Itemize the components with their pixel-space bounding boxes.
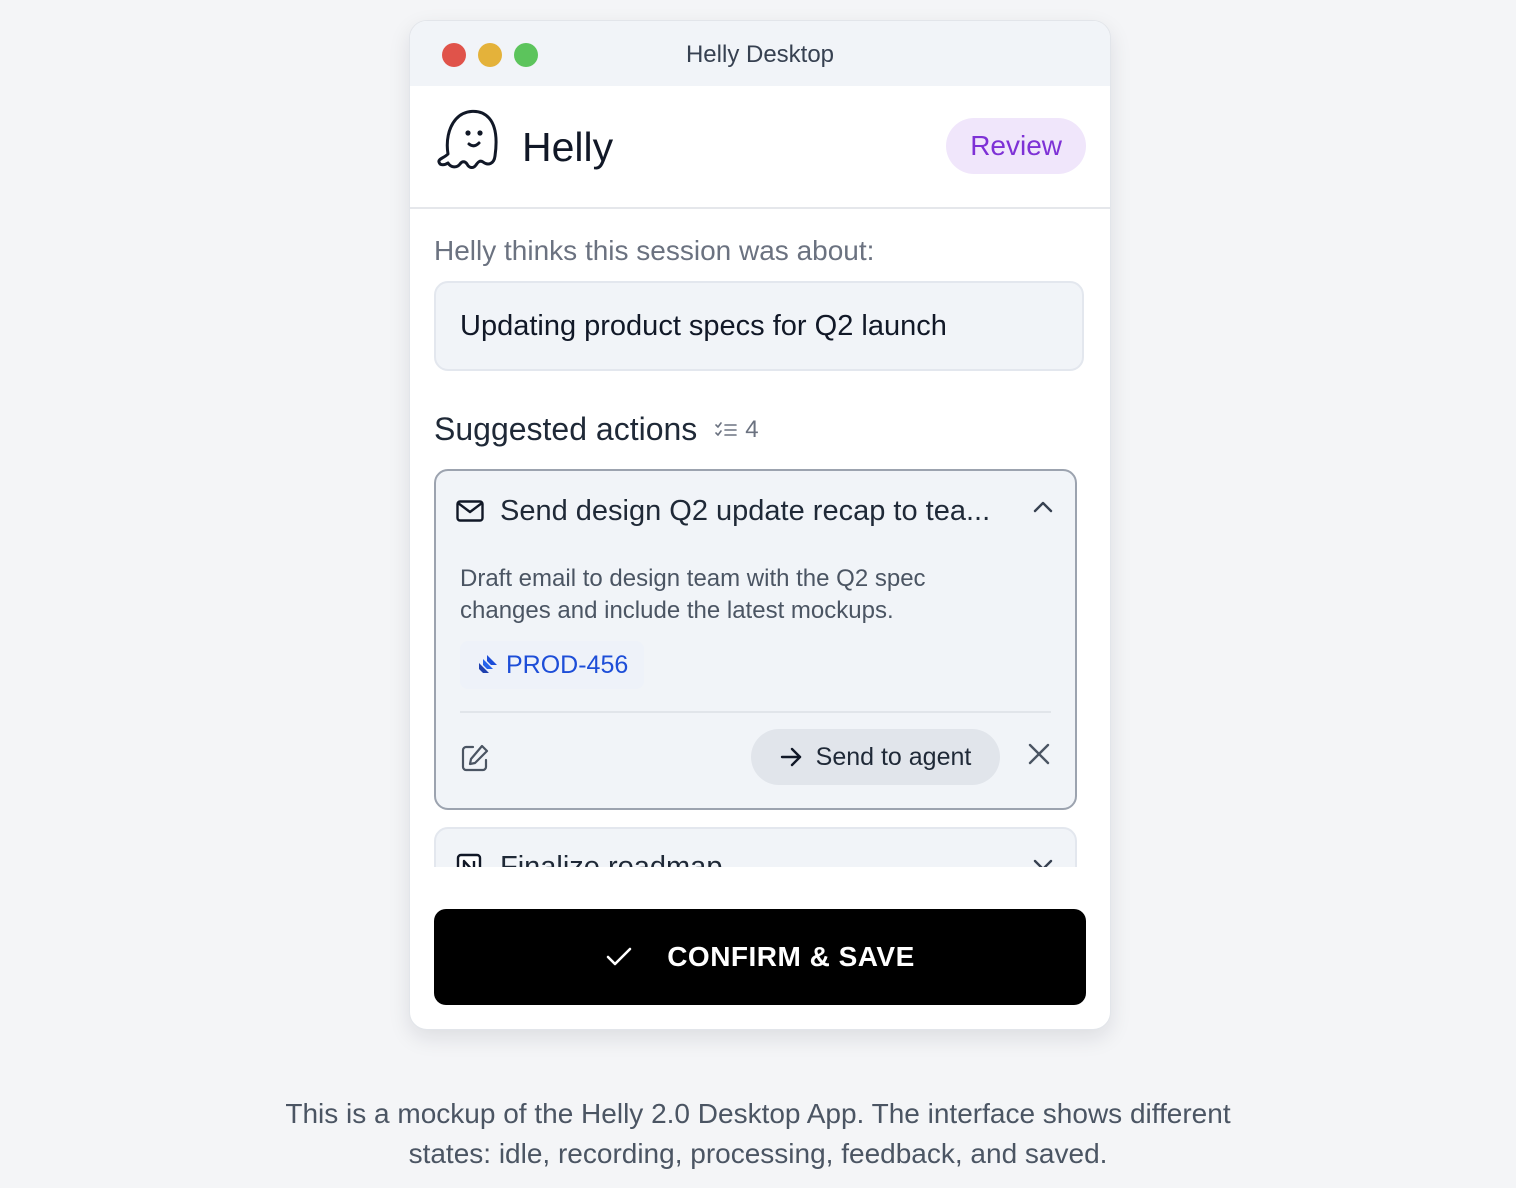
confirm-save-label: CONFIRM & SAVE xyxy=(667,941,915,972)
send-to-agent-button[interactable]: Send to agent xyxy=(751,729,1000,785)
section-title: Suggested actions xyxy=(434,411,698,447)
app-window: Helly Desktop Helly Review Helly thinks … xyxy=(409,20,1111,1030)
jira-ticket-link[interactable]: PROD-456 xyxy=(460,641,645,689)
checklist-icon xyxy=(715,421,738,436)
action-title: Send design Q2 update recap to tea... xyxy=(500,495,991,527)
arrow-right-icon xyxy=(780,747,801,767)
review-status-badge: Review xyxy=(946,118,1086,174)
confirm-save-button[interactable]: CONFIRM & SAVE xyxy=(434,909,1086,1005)
action-count-value: 4 xyxy=(745,415,759,443)
mail-icon xyxy=(456,500,484,522)
collapsed-card-visible-area: Finalize roadmap xyxy=(436,829,1075,867)
suggested-actions-heading: Suggested actions 4 xyxy=(434,411,759,448)
send-to-agent-label: Send to agent xyxy=(815,742,972,771)
chevron-up-icon[interactable] xyxy=(1033,501,1053,513)
window-title: Helly Desktop xyxy=(685,41,835,68)
checkmark-icon xyxy=(606,947,632,966)
jira-icon xyxy=(479,655,497,673)
notion-icon xyxy=(456,853,482,867)
action-title: Finalize roadmap xyxy=(500,851,723,867)
app-name: Helly xyxy=(522,124,614,170)
mockup-caption: This is a mockup of the Helly 2.0 Deskto… xyxy=(285,1098,1231,1169)
ticket-id: PROD-456 xyxy=(506,650,629,679)
action-card-header[interactable]: Send design Q2 update recap to tea... xyxy=(436,471,1075,553)
session-intro: Helly thinks this session was about: xyxy=(434,235,875,266)
title-bar: Helly Desktop xyxy=(410,21,1110,86)
app-header: Helly Review xyxy=(410,86,1110,209)
chevron-down-icon[interactable] xyxy=(1033,859,1053,867)
edit-icon[interactable] xyxy=(460,743,490,773)
action-description: Draft email to design team with the Q2 s… xyxy=(460,565,926,624)
card-divider xyxy=(460,711,1051,713)
action-count: 4 xyxy=(715,415,759,444)
session-summary-text: Updating product specs for Q2 launch xyxy=(460,309,947,342)
dismiss-icon[interactable] xyxy=(1026,741,1052,767)
action-card-expanded: Send design Q2 update recap to tea... Dr… xyxy=(434,469,1077,810)
ghost-logo-icon xyxy=(437,109,498,169)
session-summary-field[interactable]: Updating product specs for Q2 launch xyxy=(434,281,1084,371)
